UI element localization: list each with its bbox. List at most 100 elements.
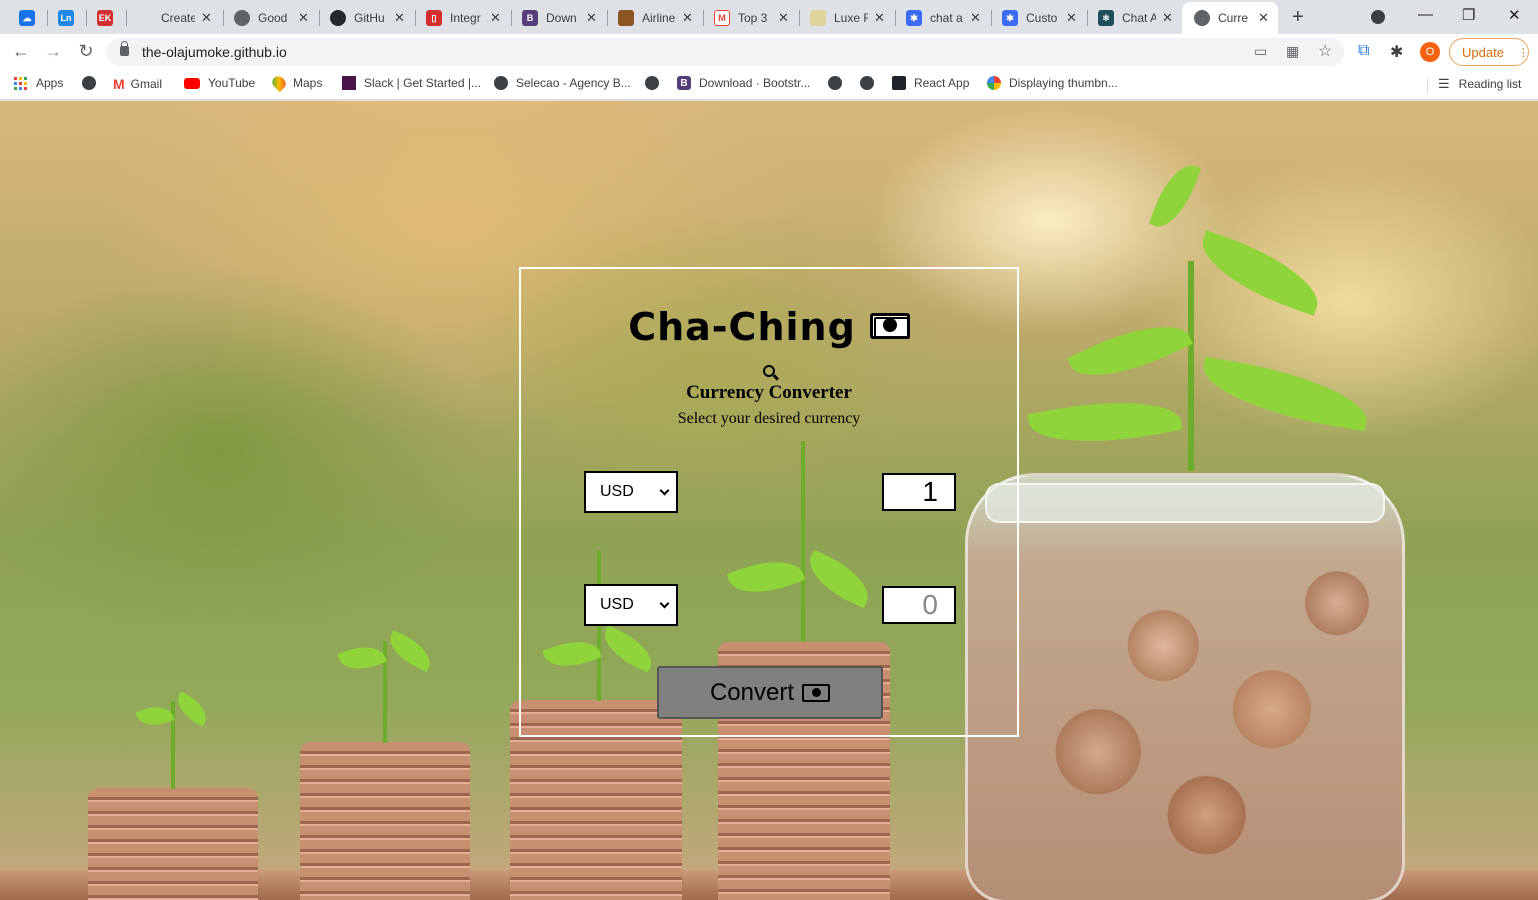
globe-icon (234, 10, 250, 26)
slack-icon (342, 76, 356, 90)
tab-active[interactable]: Curre ✕ (1182, 2, 1278, 34)
cloud-icon: ☁ (19, 10, 35, 26)
from-amount-input[interactable]: 1 (882, 473, 956, 511)
close-icon[interactable]: ✕ (201, 10, 212, 26)
bootstrap-icon: B (677, 76, 691, 90)
github-icon (330, 10, 346, 26)
bookmark-maps[interactable]: Maps (269, 73, 323, 93)
bookmark-react-app[interactable]: React App (892, 76, 969, 90)
reading-list-button[interactable]: ☰ Reading list (1438, 76, 1521, 92)
photos-icon (987, 76, 1001, 90)
bookmark-selecao[interactable]: Selecao - Agency B... (494, 76, 631, 90)
leaf (1191, 230, 1329, 316)
restore-button[interactable]: ❐ (1462, 6, 1475, 24)
tab-3[interactable]: Create ✕ (145, 4, 212, 32)
search-icon (763, 365, 775, 377)
tab-2[interactable]: EK (97, 4, 113, 32)
extension-translate-icon[interactable]: ⧉ (1358, 42, 1369, 60)
to-currency-select[interactable]: USD (584, 584, 678, 626)
tab-title: Chat A (1122, 11, 1156, 25)
close-icon[interactable]: ✕ (298, 10, 309, 26)
close-icon[interactable]: ✕ (1162, 10, 1173, 26)
address-bar[interactable]: the-olajumoke.github.io ▭ ▦ ☆ (106, 38, 1344, 66)
tab-1[interactable]: Ln (58, 4, 74, 32)
update-button[interactable]: Update ⋮ (1449, 38, 1529, 66)
tab-12[interactable]: ✱ Custo ✕ (1002, 4, 1077, 32)
leaf (337, 639, 387, 677)
close-icon[interactable]: ✕ (874, 10, 885, 26)
to-amount-output[interactable]: 0 (882, 586, 956, 624)
leaf (135, 700, 175, 732)
bookmark-apps[interactable]: Apps (14, 76, 63, 90)
reading-list-label: Reading list (1458, 77, 1522, 91)
tab-search-icon[interactable] (1371, 10, 1385, 24)
leaf (171, 691, 213, 727)
tab-7[interactable]: B Down ✕ (522, 4, 597, 32)
leaf (1148, 157, 1202, 235)
bookmark-bootstrap[interactable]: B Download · Bootstr... (677, 76, 810, 90)
close-icon[interactable]: ✕ (394, 10, 405, 26)
qr-code-icon[interactable]: ▦ (1286, 43, 1299, 60)
close-icon[interactable]: ✕ (682, 10, 693, 26)
globe-icon (82, 76, 96, 90)
back-button[interactable]: ← (10, 41, 32, 62)
tab-title: Airline (642, 11, 676, 25)
tab-8[interactable]: Airline ✕ (618, 4, 693, 32)
airline-icon (618, 10, 634, 26)
close-icon[interactable]: ✕ (1258, 10, 1269, 26)
lock-icon[interactable] (120, 41, 129, 56)
tab-4[interactable]: Good ✕ (234, 4, 309, 32)
bookmark-globe[interactable] (645, 76, 667, 90)
tab-10[interactable]: Luxe F ✕ (810, 4, 885, 32)
cast-icon[interactable]: ▭ (1254, 43, 1267, 60)
tab-9[interactable]: M Top 3 ✕ (714, 4, 789, 32)
minimize-button[interactable]: — (1418, 6, 1433, 23)
url-text[interactable]: the-olajumoke.github.io (142, 44, 287, 60)
bookmark-star-icon[interactable]: ☆ (1318, 41, 1332, 61)
integr-icon: ▯ (426, 10, 442, 26)
forward-button[interactable]: → (42, 41, 64, 62)
tab-11[interactable]: ✱ chat a ✕ (906, 4, 981, 32)
bookmark-globe[interactable] (860, 76, 882, 90)
jar-neck (985, 483, 1385, 523)
tab-0[interactable]: ☁ (19, 4, 35, 32)
gmail-icon: M (113, 76, 125, 92)
to-currency-value: USD (600, 596, 634, 613)
extensions-puzzle-icon[interactable]: ✱ (1390, 42, 1403, 62)
tab-6[interactable]: ▯ Integr ✕ (426, 4, 501, 32)
reading-list-icon: ☰ (1438, 76, 1450, 91)
avatar[interactable]: O (1420, 42, 1440, 62)
react-icon (892, 76, 906, 90)
bookmark-youtube[interactable]: YouTube (184, 76, 255, 90)
convert-label: Convert (709, 678, 795, 706)
close-icon[interactable]: ✕ (1066, 10, 1077, 26)
maps-icon (269, 73, 289, 93)
window-close-button[interactable]: ✕ (1508, 6, 1521, 24)
bookmark-globe[interactable] (82, 76, 104, 90)
update-label: Update (1462, 44, 1504, 60)
bookmark-gmail[interactable]: M Gmail (113, 76, 162, 92)
tab-13[interactable]: ⚛ Chat A ✕ (1098, 4, 1173, 32)
reload-button[interactable]: ↻ (75, 41, 97, 62)
bookmark-slack[interactable]: Slack | Get Started |... (342, 76, 481, 90)
bookmark-label: Slack | Get Started |... (364, 76, 481, 90)
close-icon[interactable]: ✕ (970, 10, 981, 26)
close-icon[interactable]: ✕ (778, 10, 789, 26)
bookmark-globe[interactable] (828, 76, 850, 90)
tab-strip: ☁ Ln EK Create ✕ Good ✕ GitHu ✕ ▯ Integr… (0, 0, 1538, 34)
leaf (1027, 388, 1183, 456)
new-tab-button[interactable]: + (1292, 6, 1304, 29)
converter-card: Cha-Ching Currency Converter Select your… (519, 267, 1019, 737)
bookmark-label: Maps (293, 76, 323, 90)
luxe-icon (810, 10, 826, 26)
bookmark-photos[interactable]: Displaying thumbn... (987, 76, 1118, 90)
tab-5[interactable]: GitHu ✕ (330, 4, 405, 32)
close-icon[interactable]: ✕ (490, 10, 501, 26)
close-icon[interactable]: ✕ (586, 10, 597, 26)
app-title-text: Cha-Ching (628, 305, 856, 349)
tab-title: Good (258, 11, 288, 25)
money-bill-icon (802, 683, 831, 702)
money-bill-icon (869, 312, 910, 339)
convert-button[interactable]: Convert (657, 666, 883, 719)
from-currency-select[interactable]: USD (584, 471, 678, 513)
